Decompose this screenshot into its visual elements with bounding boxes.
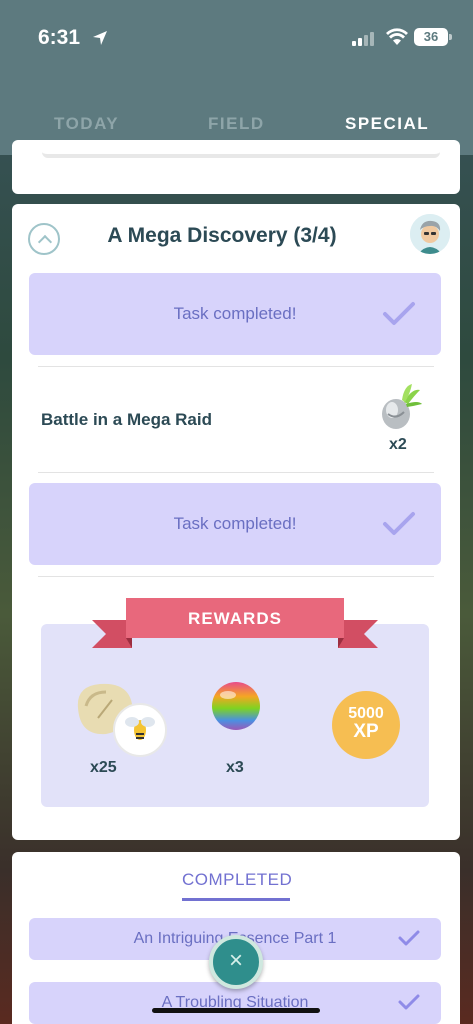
task-completed-row: Task completed!: [29, 273, 441, 355]
collapse-chevron-button[interactable]: [28, 223, 60, 255]
task-description: Battle in a Mega Raid: [41, 410, 212, 429]
status-time: 6:31: [38, 26, 81, 49]
tab-today[interactable]: TODAY: [54, 114, 119, 134]
tab-special[interactable]: SPECIAL: [345, 114, 429, 134]
task-completed-label: Task completed!: [173, 304, 297, 323]
task-reward-qty: x2: [389, 436, 407, 453]
checkmark-icon: [397, 992, 421, 1017]
rare-candy-icon: [210, 680, 262, 737]
tab-field[interactable]: FIELD: [208, 114, 265, 134]
close-button[interactable]: ×: [209, 935, 263, 989]
battery-icon: 36: [414, 28, 452, 46]
reward-qty-mega-energy: x25: [90, 759, 117, 776]
tab-completed[interactable]: COMPLETED: [182, 870, 292, 890]
rewards-ribbon: REWARDS: [92, 598, 378, 652]
location-arrow-icon: [92, 30, 108, 51]
cellular-signal-icon: [352, 30, 374, 46]
task-divider: [38, 576, 434, 577]
task-completed-row: Task completed!: [29, 483, 441, 565]
task-completed-label: Task completed!: [173, 514, 297, 533]
task-divider: [38, 472, 434, 473]
checkmark-icon: [381, 509, 417, 544]
mega-energy-beedrill-icon: [72, 678, 168, 763]
previous-quest-card: [12, 140, 460, 194]
header-bar: 6:31 36 TODAY FIELD SPECIAL: [0, 0, 473, 155]
quest-card: A Mega Discovery (3/4) Task completed! B…: [12, 204, 460, 840]
task-row: Battle in a Mega Raid x2: [29, 366, 441, 472]
professor-willow-avatar: [410, 214, 450, 254]
quest-title: A Mega Discovery (3/4): [107, 224, 337, 247]
checkmark-icon: [381, 299, 417, 334]
xp-unit: XP: [353, 721, 379, 742]
home-indicator[interactable]: [152, 1008, 320, 1013]
reward-qty-rare-candy: x3: [226, 759, 244, 776]
close-icon: ×: [228, 947, 243, 974]
silver-pinap-berry-icon: [374, 384, 424, 439]
checkmark-icon: [397, 928, 421, 953]
status-bar: 6:31 36: [0, 24, 473, 54]
completed-tab-indicator: [182, 898, 290, 901]
rewards-header: REWARDS: [188, 609, 282, 628]
wifi-icon: [386, 28, 408, 51]
xp-icon: 5000 XP: [332, 691, 400, 759]
previous-quest-strip: [42, 140, 440, 158]
